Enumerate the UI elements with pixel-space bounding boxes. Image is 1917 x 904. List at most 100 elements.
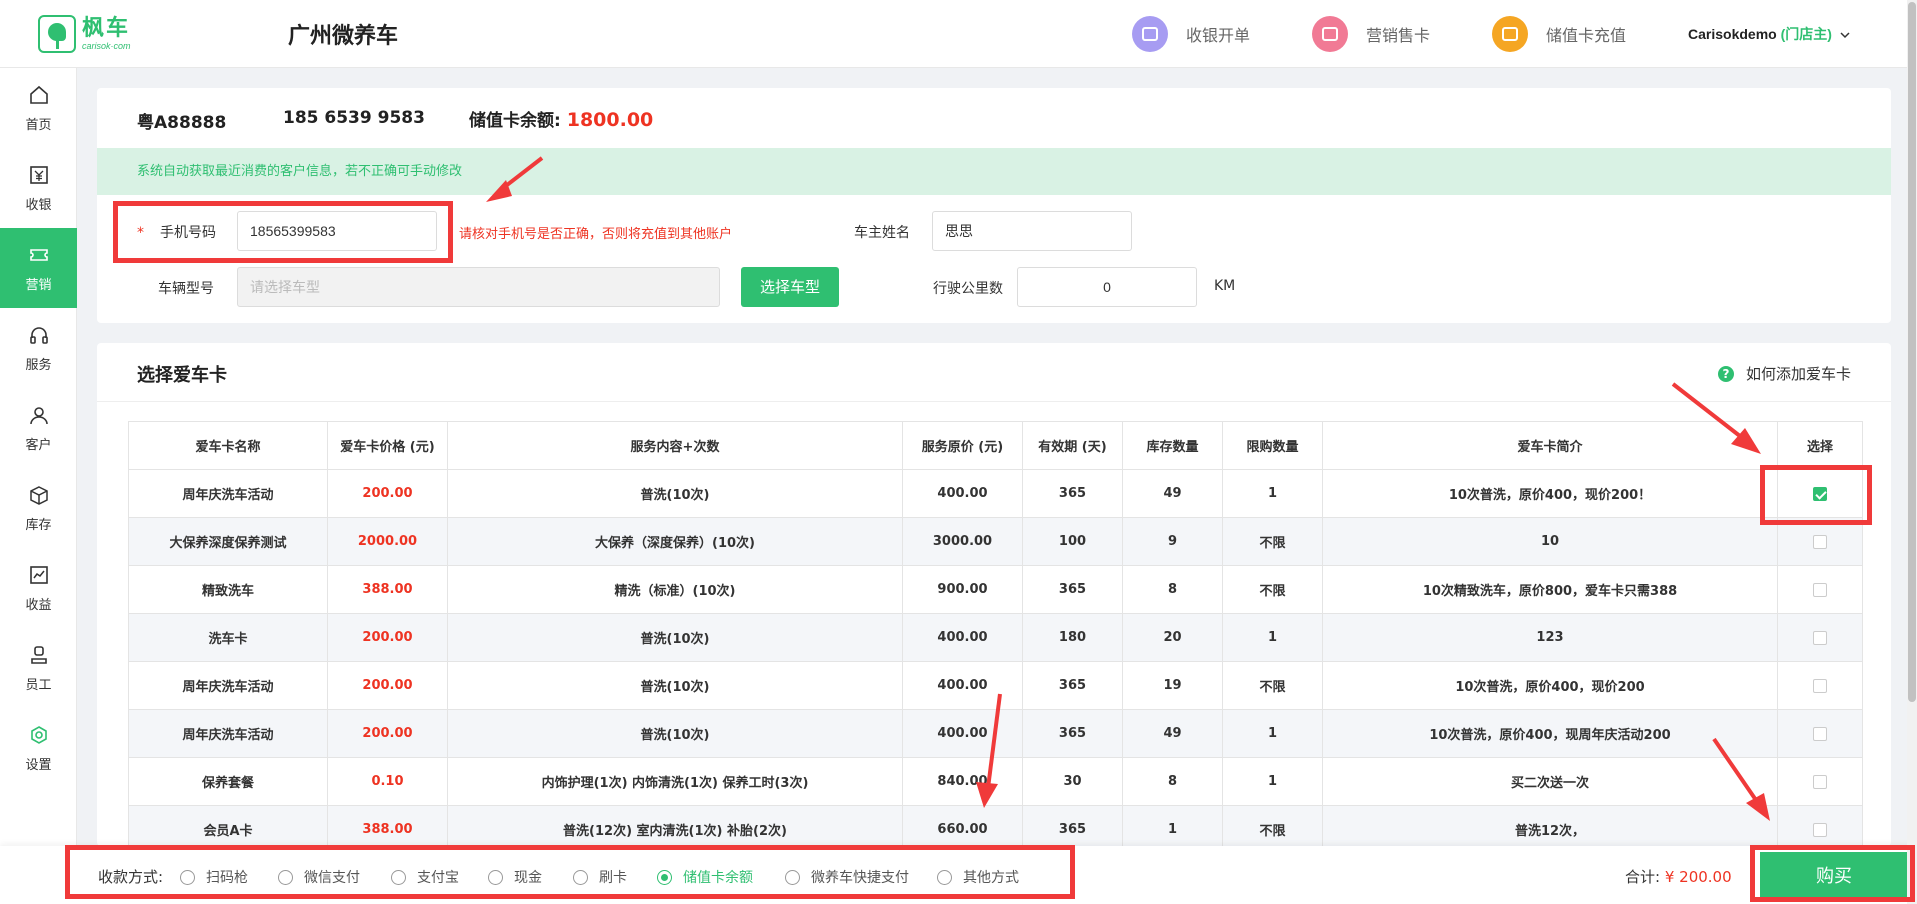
payment-option[interactable]: 微信支付 bbox=[278, 867, 360, 887]
cell-stock: 49 bbox=[1122, 709, 1223, 758]
cell-name: 洗车卡 bbox=[128, 613, 328, 662]
sidebar-item-customer[interactable]: 客户 bbox=[0, 388, 77, 468]
payment-option[interactable]: 其他方式 bbox=[937, 867, 1019, 887]
column-header: 选择 bbox=[1777, 421, 1863, 470]
sidebar-item-label: 客户 bbox=[25, 437, 52, 453]
payment-option-label: 微信支付 bbox=[304, 870, 360, 886]
table-row[interactable]: 周年庆洗车活动 200.00 普洗(10次) 400.00 365 19 不限 10次普洗，原… bbox=[128, 661, 1863, 710]
cell-orig: 400.00 bbox=[902, 661, 1023, 710]
payment-option-label: 刷卡 bbox=[599, 870, 627, 886]
section-title: 选择爱车卡 bbox=[137, 365, 227, 386]
car-model-input[interactable]: 请选择车型 bbox=[237, 267, 720, 307]
sell-card-label: 营销售卡 bbox=[1366, 26, 1431, 45]
sidebar-item-marketing[interactable]: 营销 bbox=[0, 228, 77, 308]
cell-price: 388.00 bbox=[327, 565, 448, 614]
payment-option[interactable]: 支付宝 bbox=[391, 867, 459, 887]
cell-orig: 660.00 bbox=[902, 805, 1023, 846]
cell-stock: 19 bbox=[1122, 661, 1223, 710]
phone-input[interactable]: 18565399583 bbox=[237, 211, 437, 251]
column-header: 服务原价 (元) bbox=[902, 421, 1023, 470]
cell-orig: 400.00 bbox=[902, 709, 1023, 758]
sidebar-item-home[interactable]: 首页 bbox=[0, 68, 77, 148]
staff-icon bbox=[30, 645, 47, 664]
sidebar-item-revenue[interactable]: 收益 bbox=[0, 548, 77, 628]
table-row[interactable]: 保养套餐 0.10 内饰护理(1次) 内饰清洗(1次) 保养工时(3次) 840.00… bbox=[128, 757, 1863, 806]
table-row[interactable]: 会员A卡 388.00 普洗(12次) 室内清洗(1次) 补胎(2次) 660.00 3… bbox=[128, 805, 1863, 846]
table-row[interactable]: 大保养深度保养测试 2000.00 大保养（深度保养）(10次) 3000.00 100… bbox=[128, 517, 1863, 566]
select-checkbox[interactable] bbox=[1813, 630, 1827, 645]
cell-days: 365 bbox=[1022, 565, 1123, 614]
select-checkbox[interactable] bbox=[1813, 678, 1827, 693]
customer-info-panel: 粤A88888 185 6539 9583 储值卡余额: 1800.00 系统自… bbox=[97, 88, 1891, 323]
sidebar-item-service[interactable]: 服务 bbox=[0, 308, 77, 388]
cell-limit: 不限 bbox=[1222, 517, 1323, 566]
select-checkbox[interactable] bbox=[1813, 534, 1827, 549]
payment-option-label: 现金 bbox=[514, 870, 542, 886]
select-checkbox[interactable] bbox=[1813, 726, 1827, 741]
table-header-row: 爱车卡名称 爱车卡价格 (元) 服务内容+次数 服务原价 (元) 有效期 (天)… bbox=[128, 421, 1863, 470]
mileage-unit: KM bbox=[1214, 278, 1236, 294]
table-row[interactable]: 周年庆洗车活动 200.00 普洗(10次) 400.00 365 49 1 10次普洗，原价… bbox=[128, 469, 1863, 518]
cell-days: 365 bbox=[1022, 709, 1123, 758]
balance-block: 储值卡余额: 1800.00 bbox=[469, 106, 653, 131]
phone-warning: 请核对手机号是否正确，否则将充值到其他账户 bbox=[459, 227, 733, 242]
payment-option[interactable]: 现金 bbox=[488, 867, 542, 887]
total-value: ¥ 200.00 bbox=[1664, 868, 1732, 886]
cell-stock: 49 bbox=[1122, 469, 1223, 518]
cell-limit: 1 bbox=[1222, 709, 1323, 758]
buy-button[interactable]: 购买 bbox=[1760, 852, 1908, 902]
sidebar-item-cashier[interactable]: 收银 bbox=[0, 148, 77, 228]
select-checkbox[interactable] bbox=[1813, 486, 1827, 501]
cell-select bbox=[1777, 517, 1863, 566]
sidebar-item-settings[interactable]: 设置 bbox=[0, 708, 77, 788]
sell-card-button[interactable]: 营销售卡 bbox=[1312, 15, 1430, 53]
table-row[interactable]: 洗车卡 200.00 普洗(10次) 400.00 180 20 1 123 bbox=[128, 613, 1863, 662]
payment-option[interactable]: 微养车快捷支付 bbox=[785, 867, 909, 887]
cell-limit: 不限 bbox=[1222, 565, 1323, 614]
cell-price: 2000.00 bbox=[327, 517, 448, 566]
select-checkbox[interactable] bbox=[1813, 774, 1827, 789]
chart-icon bbox=[29, 565, 48, 584]
cell-days: 365 bbox=[1022, 661, 1123, 710]
cell-orig: 3000.00 bbox=[902, 517, 1023, 566]
how-to-add-card-link[interactable]: ? 如何添加爱车卡 bbox=[1717, 363, 1851, 384]
radio-icon bbox=[573, 869, 588, 885]
select-checkbox[interactable] bbox=[1813, 582, 1827, 597]
owner-name-input[interactable]: 思思 bbox=[932, 211, 1132, 251]
select-checkbox[interactable] bbox=[1813, 822, 1827, 837]
payment-option[interactable]: 扫码枪 bbox=[180, 867, 248, 887]
cell-stock: 20 bbox=[1122, 613, 1223, 662]
cell-select bbox=[1777, 661, 1863, 710]
user-menu[interactable]: Carisokdemo (门店主) bbox=[1688, 24, 1850, 44]
table-row[interactable]: 周年庆洗车活动 200.00 普洗(10次) 400.00 365 49 1 10次普洗，原价… bbox=[128, 709, 1863, 758]
sidebar-item-staff[interactable]: 员工 bbox=[0, 628, 77, 708]
cell-select bbox=[1777, 805, 1863, 846]
cell-name: 大保养深度保养测试 bbox=[128, 517, 328, 566]
chevron-down-icon bbox=[1840, 32, 1850, 39]
recharge-button[interactable]: 储值卡充值 bbox=[1492, 15, 1626, 53]
cell-price: 200.00 bbox=[327, 661, 448, 710]
sidebar-item-inventory[interactable]: 库存 bbox=[0, 468, 77, 548]
cell-stock: 1 bbox=[1122, 805, 1223, 846]
cell-stock: 9 bbox=[1122, 517, 1223, 566]
logo[interactable]: 枫车 carisok·com bbox=[38, 14, 150, 54]
cashier-order-button[interactable]: 收银开单 bbox=[1132, 15, 1250, 53]
payment-option[interactable]: 刷卡 bbox=[573, 867, 627, 887]
mileage-input[interactable]: 0 bbox=[1017, 267, 1197, 307]
user-icon bbox=[29, 406, 48, 424]
table-row[interactable]: 精致洗车 388.00 精洗（标准）(10次) 900.00 365 8 不限 10次精致洗车… bbox=[128, 565, 1863, 614]
cell-content: 内饰护理(1次) 内饰清洗(1次) 保养工时(3次) bbox=[447, 757, 903, 806]
cell-content: 普洗(10次) bbox=[447, 709, 903, 758]
payment-option[interactable]: 储值卡余额 bbox=[657, 867, 753, 887]
payment-option-label: 其他方式 bbox=[963, 870, 1019, 886]
cell-orig: 400.00 bbox=[902, 613, 1023, 662]
payment-option-label: 微养车快捷支付 bbox=[811, 870, 909, 886]
cell-days: 30 bbox=[1022, 757, 1123, 806]
page-scrollbar[interactable] bbox=[1907, 0, 1917, 904]
balance-value: 1800.00 bbox=[566, 109, 654, 131]
scrollbar-thumb[interactable] bbox=[1908, 2, 1916, 702]
cell-name: 会员A卡 bbox=[128, 805, 328, 846]
select-model-button[interactable]: 选择车型 bbox=[741, 267, 839, 307]
sidebar: 首页 收银 营销 服务 客户 库存 收益 员工 设置 bbox=[0, 68, 77, 904]
total: 合计: ¥ 200.00 bbox=[1625, 866, 1732, 887]
